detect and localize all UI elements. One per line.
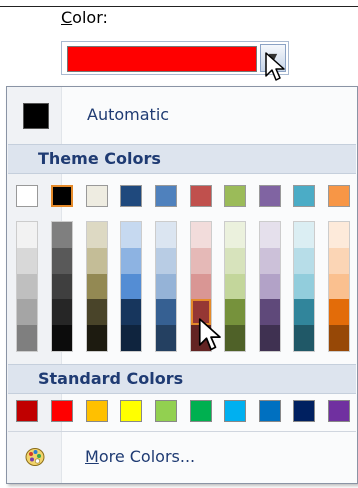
theme-shade-swatch[interactable]	[260, 273, 280, 300]
theme-shade-swatch[interactable]	[121, 299, 141, 326]
theme-color-swatch[interactable]	[16, 185, 38, 207]
theme-color-swatch[interactable]	[86, 185, 108, 207]
theme-shade-swatch[interactable]	[121, 273, 141, 300]
theme-shade-swatch[interactable]	[52, 247, 72, 274]
theme-shade-swatch[interactable]	[156, 325, 176, 351]
theme-colors-title: Theme Colors	[38, 149, 161, 168]
theme-shade-swatch[interactable]	[156, 222, 176, 248]
theme-shade-column	[190, 221, 212, 352]
chevron-down-icon: ▼	[268, 51, 278, 64]
theme-shade-swatch[interactable]	[17, 299, 37, 326]
current-color-swatch[interactable]	[67, 46, 257, 72]
theme-shade-column	[328, 221, 350, 352]
standard-color-swatch[interactable]	[155, 400, 177, 422]
theme-color-swatch[interactable]	[224, 185, 246, 207]
theme-shade-swatch[interactable]	[17, 325, 37, 351]
standard-colors-header: Standard Colors	[8, 364, 356, 394]
standard-color-swatch[interactable]	[190, 400, 212, 422]
theme-shade-swatch[interactable]	[52, 325, 72, 351]
theme-shade-swatch[interactable]	[156, 273, 176, 300]
theme-shade-swatch[interactable]	[52, 299, 72, 326]
automatic-color-swatch	[23, 103, 49, 129]
theme-color-swatch[interactable]	[120, 185, 142, 207]
separator	[8, 431, 356, 432]
theme-shade-swatch[interactable]	[329, 222, 349, 248]
theme-colors-header: Theme Colors	[8, 144, 356, 174]
standard-color-swatch[interactable]	[259, 400, 281, 422]
standard-colors-title: Standard Colors	[38, 369, 184, 388]
automatic-color-option[interactable]: Automatic	[9, 94, 355, 136]
theme-shade-swatch[interactable]	[52, 273, 72, 300]
theme-shade-swatch[interactable]	[191, 299, 211, 326]
color-picker-popup: Automatic Theme Colors Standard Colors M…	[6, 86, 358, 484]
font-color-dropdown[interactable]: ▼	[61, 41, 289, 75]
standard-color-swatch[interactable]	[293, 400, 315, 422]
theme-shade-column	[16, 221, 38, 352]
theme-color-swatch[interactable]	[328, 185, 350, 207]
theme-shade-swatch[interactable]	[225, 325, 245, 351]
theme-shade-swatch[interactable]	[329, 247, 349, 274]
standard-color-swatch[interactable]	[328, 400, 350, 422]
theme-shade-column	[86, 221, 108, 352]
theme-shade-swatch[interactable]	[294, 247, 314, 274]
theme-shade-swatch[interactable]	[17, 222, 37, 248]
automatic-label: Automatic	[87, 105, 170, 124]
theme-shade-swatch[interactable]	[294, 299, 314, 326]
theme-shade-swatch[interactable]	[121, 222, 141, 248]
theme-shade-swatch[interactable]	[225, 299, 245, 326]
theme-shade-swatch[interactable]	[87, 273, 107, 300]
theme-shade-swatch[interactable]	[294, 273, 314, 300]
top-divider	[0, 6, 358, 7]
theme-shade-swatch[interactable]	[260, 222, 280, 248]
theme-shade-swatch[interactable]	[225, 222, 245, 248]
theme-shade-column	[155, 221, 177, 352]
theme-shade-column	[224, 221, 246, 352]
standard-color-swatch[interactable]	[86, 400, 108, 422]
theme-shade-swatch[interactable]	[329, 273, 349, 300]
standard-color-swatch[interactable]	[224, 400, 246, 422]
theme-color-swatch[interactable]	[155, 185, 177, 207]
theme-shade-swatch[interactable]	[156, 247, 176, 274]
theme-shade-swatch[interactable]	[17, 273, 37, 300]
theme-color-swatch[interactable]	[293, 185, 315, 207]
theme-shade-swatch[interactable]	[87, 222, 107, 248]
theme-color-swatch[interactable]	[190, 185, 212, 207]
standard-color-swatch[interactable]	[120, 400, 142, 422]
theme-shade-swatch[interactable]	[294, 325, 314, 351]
theme-shade-swatch[interactable]	[294, 222, 314, 248]
theme-shade-swatch[interactable]	[329, 325, 349, 351]
theme-shade-column	[51, 221, 73, 352]
theme-shade-swatch[interactable]	[87, 325, 107, 351]
standard-color-swatch[interactable]	[51, 400, 73, 422]
standard-color-swatch[interactable]	[16, 400, 38, 422]
theme-shade-swatch[interactable]	[156, 299, 176, 326]
more-colors-option[interactable]: More Colors...	[9, 437, 355, 477]
theme-shade-swatch[interactable]	[260, 299, 280, 326]
theme-shade-swatch[interactable]	[191, 325, 211, 351]
theme-shade-column	[259, 221, 281, 352]
palette-icon	[25, 448, 45, 466]
theme-color-swatch[interactable]	[51, 185, 73, 207]
theme-shade-swatch[interactable]	[87, 247, 107, 274]
theme-shade-swatch[interactable]	[121, 325, 141, 351]
theme-shade-swatch[interactable]	[191, 273, 211, 300]
color-field-label: Color:	[61, 8, 108, 27]
theme-shade-swatch[interactable]	[260, 247, 280, 274]
theme-shade-column	[293, 221, 315, 352]
theme-color-swatch[interactable]	[259, 185, 281, 207]
theme-shade-swatch[interactable]	[225, 247, 245, 274]
more-colors-label: More Colors...	[85, 447, 196, 466]
theme-shade-swatch[interactable]	[329, 299, 349, 326]
theme-shade-swatch[interactable]	[191, 247, 211, 274]
theme-shade-swatch[interactable]	[17, 247, 37, 274]
theme-shade-swatch[interactable]	[52, 222, 72, 248]
theme-shade-column	[120, 221, 142, 352]
theme-shade-swatch[interactable]	[260, 325, 280, 351]
theme-shade-swatch[interactable]	[121, 247, 141, 274]
theme-shade-swatch[interactable]	[87, 299, 107, 326]
theme-shade-swatch[interactable]	[191, 222, 211, 248]
dropdown-arrow-button[interactable]: ▼	[260, 44, 286, 72]
theme-shade-swatch[interactable]	[225, 273, 245, 300]
